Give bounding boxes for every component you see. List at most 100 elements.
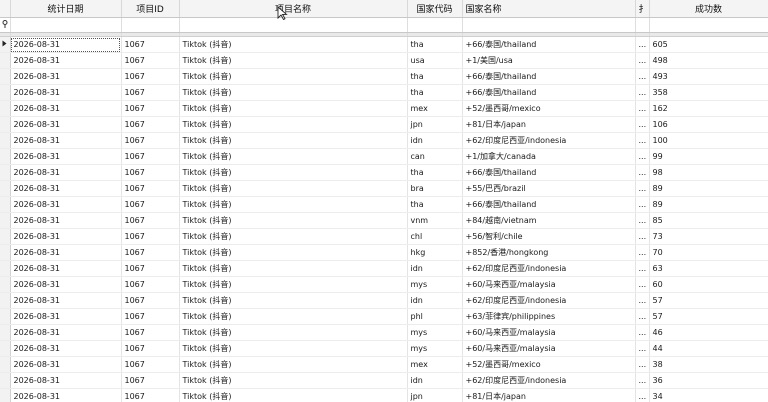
row-indicator[interactable]	[0, 164, 11, 181]
cell-country-name[interactable]: +66/泰国/thailand	[462, 196, 636, 213]
cell-project-id[interactable]: 1067	[121, 148, 180, 165]
row-indicator[interactable]	[0, 356, 11, 373]
cell-success-count[interactable]: 44	[649, 340, 768, 357]
cell-country-code[interactable]: mys	[407, 340, 463, 357]
cell-country-code[interactable]: tha	[407, 164, 463, 181]
row-indicator[interactable]	[0, 52, 11, 69]
cell-country-name[interactable]: +60/马来西亚/malaysia	[462, 324, 636, 341]
cell-country-code[interactable]: tha	[407, 36, 463, 53]
cell-extra[interactable]: ...	[635, 84, 650, 101]
cell-country-code[interactable]: mys	[407, 324, 463, 341]
cell-country-name[interactable]: +62/印度尼西亚/indonesia	[462, 292, 636, 309]
cell-success-count[interactable]: 89	[649, 196, 768, 213]
table-row[interactable]: 2026-08-31 1067 Tiktok (抖音) phl +63/菲律宾/phil…	[0, 308, 768, 325]
row-indicator[interactable]	[0, 116, 11, 133]
row-indicator[interactable]	[0, 212, 11, 229]
cell-country-name[interactable]: +66/泰国/thailand	[462, 36, 636, 53]
cell-extra[interactable]: ...	[635, 132, 650, 149]
cell-country-code[interactable]: can	[407, 148, 463, 165]
table-row[interactable]: 2026-08-31 1067 Tiktok (抖音) can +1/加拿大/canad…	[0, 148, 768, 165]
cell-country-name[interactable]: +62/印度尼西亚/indonesia	[462, 132, 636, 149]
cell-project-id[interactable]: 1067	[121, 324, 180, 341]
cell-extra[interactable]: ...	[635, 36, 650, 53]
table-row[interactable]: 2026-08-31 1067 Tiktok (抖音) tha +66/泰国/thail…	[0, 84, 768, 101]
cell-project-name[interactable]: Tiktok (抖音)	[179, 196, 408, 213]
row-indicator[interactable]	[0, 388, 11, 402]
cell-date[interactable]: 2026-08-31	[10, 356, 122, 373]
row-indicator[interactable]	[0, 372, 11, 389]
column-header-country-code[interactable]: 国家代码	[407, 0, 463, 18]
cell-project-id[interactable]: 1067	[121, 132, 180, 149]
table-row[interactable]: 2026-08-31 1067 Tiktok (抖音) idn +62/印度尼西亚/in…	[0, 372, 768, 389]
cell-date[interactable]: 2026-08-31	[10, 228, 122, 245]
cell-extra[interactable]: ...	[635, 292, 650, 309]
cell-project-id[interactable]: 1067	[121, 212, 180, 229]
cell-date[interactable]: 2026-08-31	[10, 324, 122, 341]
cell-project-id[interactable]: 1067	[121, 388, 180, 402]
cell-success-count[interactable]: 98	[649, 164, 768, 181]
row-indicator[interactable]	[0, 292, 11, 309]
cell-country-name[interactable]: +60/马来西亚/malaysia	[462, 340, 636, 357]
row-indicator[interactable]	[0, 276, 11, 293]
cell-success-count[interactable]: 358	[649, 84, 768, 101]
cell-country-name[interactable]: +55/巴西/brazil	[462, 180, 636, 197]
cell-country-code[interactable]: tha	[407, 196, 463, 213]
cell-success-count[interactable]: 70	[649, 244, 768, 261]
cell-country-code[interactable]: tha	[407, 68, 463, 85]
table-row[interactable]: 2026-08-31 1067 Tiktok (抖音) jpn +81/日本/japan…	[0, 388, 768, 402]
cell-project-id[interactable]: 1067	[121, 180, 180, 197]
table-row[interactable]: 2026-08-31 1067 Tiktok (抖音) bra +55/巴西/brazi…	[0, 180, 768, 197]
column-header-project-name[interactable]: 项目名称	[179, 0, 408, 18]
cell-success-count[interactable]: 85	[649, 212, 768, 229]
column-header-project-id[interactable]: 项目ID	[121, 0, 180, 18]
cell-date[interactable]: 2026-08-31	[10, 180, 122, 197]
table-row[interactable]: 2026-08-31 1067 Tiktok (抖音) idn +62/印度尼西亚/in…	[0, 292, 768, 309]
cell-project-name[interactable]: Tiktok (抖音)	[179, 36, 408, 53]
cell-success-count[interactable]: 63	[649, 260, 768, 277]
cell-extra[interactable]: ...	[635, 100, 650, 117]
cell-country-name[interactable]: +81/日本/japan	[462, 116, 636, 133]
cell-project-name[interactable]: Tiktok (抖音)	[179, 100, 408, 117]
cell-extra[interactable]: ...	[635, 308, 650, 325]
cell-project-id[interactable]: 1067	[121, 292, 180, 309]
filter-cell-date[interactable]	[10, 17, 122, 33]
cell-extra[interactable]: ...	[635, 68, 650, 85]
cell-project-name[interactable]: Tiktok (抖音)	[179, 244, 408, 261]
cell-project-id[interactable]: 1067	[121, 100, 180, 117]
row-indicator[interactable]	[0, 68, 11, 85]
table-row[interactable]: 2026-08-31 1067 Tiktok (抖音) mys +60/马来西亚/mal…	[0, 276, 768, 293]
cell-project-name[interactable]: Tiktok (抖音)	[179, 324, 408, 341]
table-row[interactable]: 2026-08-31 1067 Tiktok (抖音) mex +52/墨西哥/mexi…	[0, 356, 768, 373]
filter-cell-success-count[interactable]	[649, 17, 768, 33]
table-row[interactable]: 2026-08-31 1067 Tiktok (抖音) mex +52/墨西哥/mexi…	[0, 100, 768, 117]
cell-success-count[interactable]: 38	[649, 356, 768, 373]
cell-project-name[interactable]: Tiktok (抖音)	[179, 52, 408, 69]
cell-date[interactable]: 2026-08-31	[10, 388, 122, 402]
column-header-success-count[interactable]: 成功数	[649, 0, 768, 18]
cell-date[interactable]: 2026-08-31	[10, 100, 122, 117]
cell-project-id[interactable]: 1067	[121, 196, 180, 213]
cell-country-name[interactable]: +66/泰国/thailand	[462, 164, 636, 181]
cell-country-code[interactable]: idn	[407, 292, 463, 309]
table-row[interactable]: 2026-08-31 1067 Tiktok (抖音) mys +60/马来西亚/mal…	[0, 324, 768, 341]
cell-extra[interactable]: ...	[635, 164, 650, 181]
table-row[interactable]: 2026-08-31 1067 Tiktok (抖音) hkg +852/香港/hong…	[0, 244, 768, 261]
row-indicator[interactable]	[0, 340, 11, 357]
column-header-extra[interactable]: 扌	[635, 0, 650, 18]
cell-success-count[interactable]: 106	[649, 116, 768, 133]
row-indicator[interactable]	[0, 100, 11, 117]
cell-project-name[interactable]: Tiktok (抖音)	[179, 180, 408, 197]
cell-project-id[interactable]: 1067	[121, 116, 180, 133]
cell-project-name[interactable]: Tiktok (抖音)	[179, 292, 408, 309]
cell-extra[interactable]: ...	[635, 116, 650, 133]
cell-success-count[interactable]: 89	[649, 180, 768, 197]
row-indicator[interactable]	[0, 260, 11, 277]
cell-project-id[interactable]: 1067	[121, 308, 180, 325]
cell-extra[interactable]: ...	[635, 372, 650, 389]
cell-project-name[interactable]: Tiktok (抖音)	[179, 132, 408, 149]
row-indicator[interactable]	[0, 196, 11, 213]
filter-cell-project-name[interactable]	[179, 17, 408, 33]
cell-date[interactable]: 2026-08-31	[10, 116, 122, 133]
cell-success-count[interactable]: 46	[649, 324, 768, 341]
cell-country-name[interactable]: +66/泰国/thailand	[462, 68, 636, 85]
